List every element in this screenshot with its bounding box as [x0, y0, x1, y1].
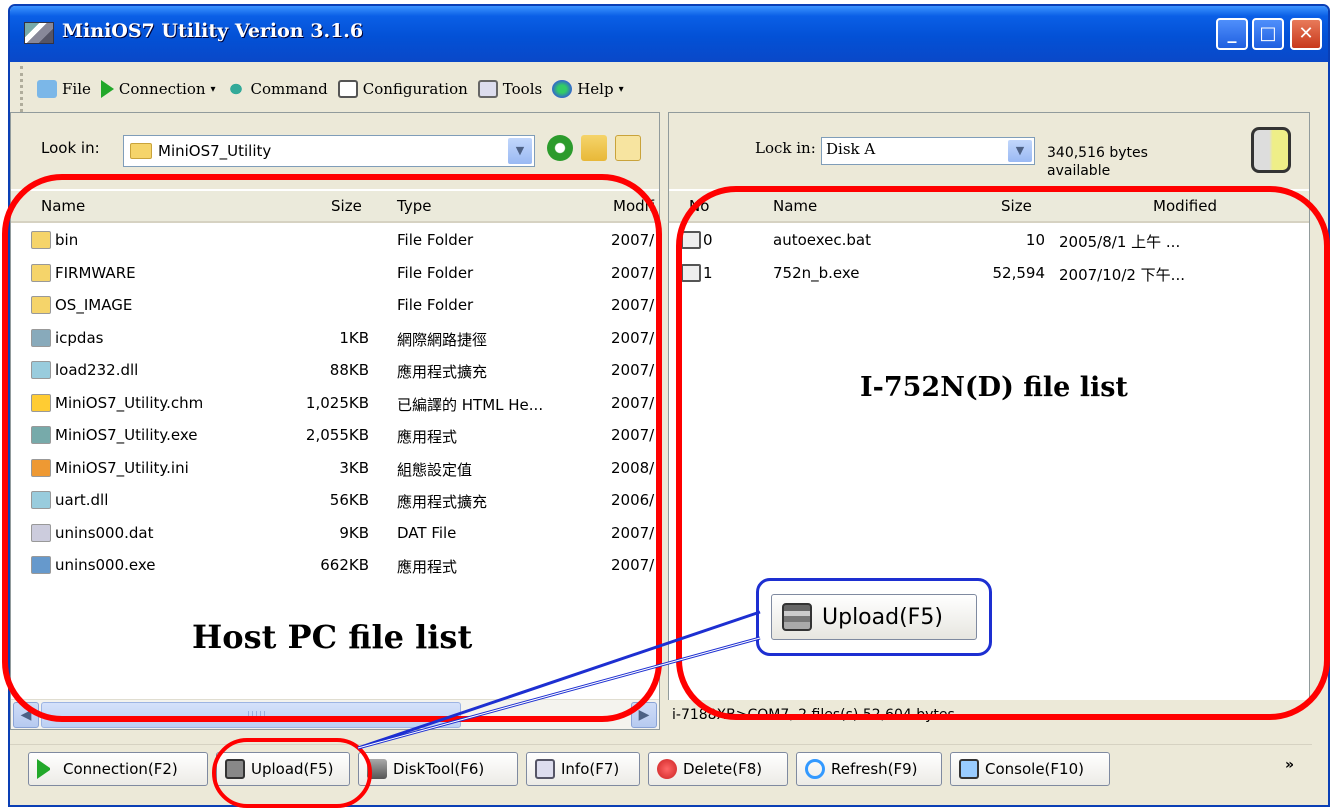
callout-connector — [357, 610, 761, 750]
